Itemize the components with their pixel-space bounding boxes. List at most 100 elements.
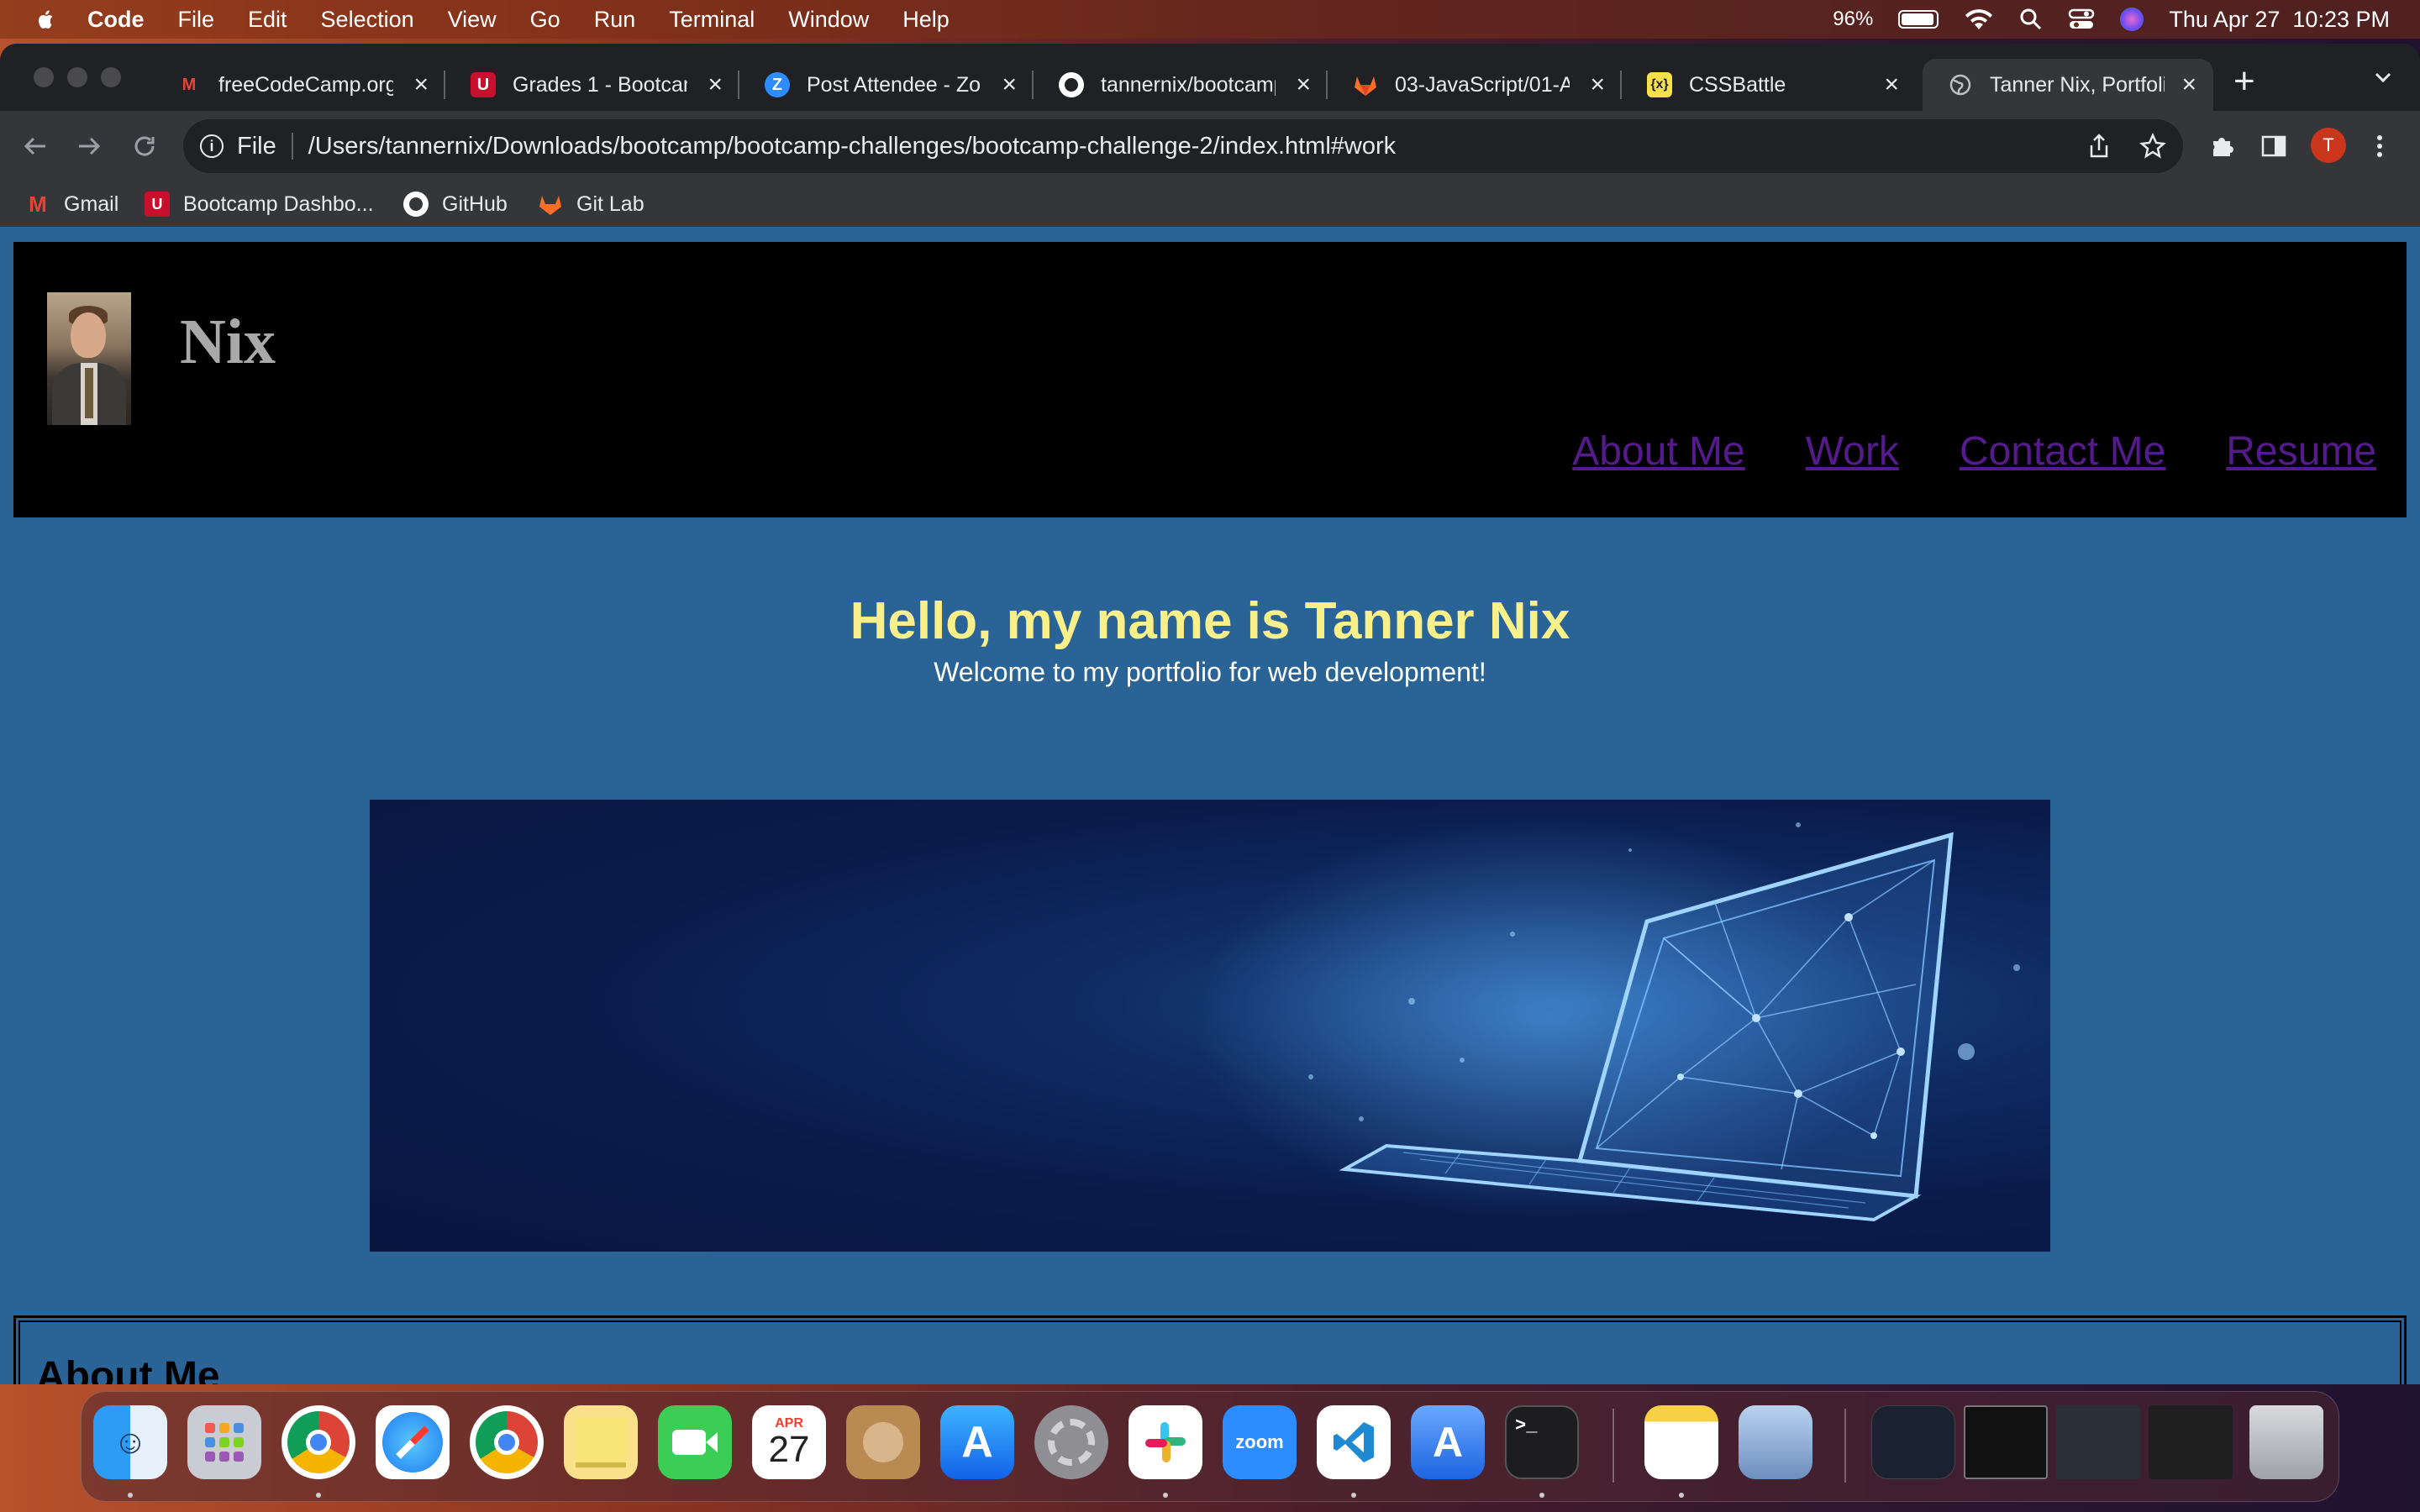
notes-icon[interactable] bbox=[1644, 1405, 1718, 1479]
bookmark-github[interactable]: GitHub bbox=[403, 192, 508, 217]
wifi-icon[interactable] bbox=[1964, 8, 1994, 31]
close-tab-icon[interactable]: × bbox=[1884, 71, 1899, 99]
close-tab-icon[interactable]: × bbox=[2181, 71, 2196, 99]
running-indicator bbox=[1539, 1493, 1544, 1498]
close-tab-icon[interactable]: × bbox=[1002, 71, 1017, 99]
bookmark-gitlab[interactable]: Git Lab bbox=[538, 192, 644, 217]
tab-strip: M freeCodeCamp.org × U Grades 1 - Bootca… bbox=[0, 44, 2420, 119]
bookmark-star-icon[interactable] bbox=[2139, 133, 2166, 160]
spotlight-search-icon[interactable] bbox=[2019, 8, 2043, 31]
menubar-clock[interactable]: Thu Apr 27 10:23 PM bbox=[2169, 7, 2390, 33]
gmail-icon: M bbox=[29, 191, 47, 217]
nav-link-resume[interactable]: Resume bbox=[2226, 428, 2376, 475]
apple-menu-icon[interactable] bbox=[34, 7, 59, 32]
siri-icon[interactable] bbox=[2120, 8, 2144, 31]
control-center-icon[interactable] bbox=[2068, 8, 2095, 31]
tab-title: Post Attendee - Zoom bbox=[807, 72, 981, 97]
chrome-menu-kebab-icon[interactable] bbox=[2375, 133, 2385, 160]
address-bar[interactable]: i File /Users/tannernix/Downloads/bootca… bbox=[183, 119, 2183, 173]
browser-tab-active[interactable]: Tanner Nix, Portfolio × bbox=[1923, 59, 2213, 111]
zoom-icon[interactable]: zoom bbox=[1223, 1405, 1297, 1479]
close-tab-icon[interactable]: × bbox=[708, 71, 723, 99]
new-tab-plus-icon[interactable]: + bbox=[2233, 60, 2255, 102]
running-indicator bbox=[1351, 1493, 1356, 1498]
back-arrow-icon[interactable] bbox=[22, 133, 49, 160]
system-settings-icon[interactable] bbox=[1034, 1405, 1108, 1479]
vscode-icon[interactable] bbox=[1317, 1405, 1391, 1479]
trash-icon[interactable] bbox=[2249, 1405, 2323, 1479]
browser-tab[interactable]: {x} CSSBattle × bbox=[1622, 59, 1916, 111]
menu-window[interactable]: Window bbox=[788, 7, 869, 33]
close-tab-icon[interactable]: × bbox=[413, 71, 429, 99]
shield-icon: U bbox=[471, 72, 496, 97]
browser-tab[interactable]: tannernix/bootcamp × bbox=[1034, 59, 1328, 111]
nav-link-work[interactable]: Work bbox=[1806, 428, 1899, 475]
github-icon bbox=[403, 192, 429, 217]
reload-icon[interactable] bbox=[131, 133, 158, 160]
profile-photo bbox=[47, 292, 131, 425]
nav-link-contact-me[interactable]: Contact Me bbox=[1960, 428, 2165, 475]
bookmark-gmail[interactable]: M Gmail bbox=[25, 192, 118, 217]
browser-tab[interactable]: U Grades 1 - Bootcamp × bbox=[445, 59, 739, 111]
minimized-window-thumbnail[interactable] bbox=[2056, 1405, 2140, 1479]
minimized-window-thumbnail[interactable] bbox=[1871, 1405, 1955, 1479]
preview-icon[interactable] bbox=[1739, 1405, 1812, 1479]
window-zoom-button[interactable] bbox=[101, 67, 121, 87]
side-panel-icon[interactable] bbox=[2260, 133, 2287, 160]
finder-icon[interactable]: ☺ bbox=[93, 1405, 167, 1479]
bookmark-label: GitHub bbox=[442, 192, 508, 216]
battery-icon[interactable] bbox=[1898, 10, 1939, 29]
chrome-dev-icon[interactable] bbox=[470, 1405, 544, 1479]
close-tab-icon[interactable]: × bbox=[1296, 71, 1311, 99]
menu-go[interactable]: Go bbox=[530, 7, 560, 33]
terminal-icon[interactable]: >_ bbox=[1505, 1405, 1579, 1479]
browser-tab[interactable]: M freeCodeCamp.org × bbox=[151, 59, 445, 111]
share-icon[interactable] bbox=[2087, 133, 2111, 160]
hero-title: Hello, my name is Tanner Nix bbox=[850, 592, 1570, 650]
launchpad-icon[interactable] bbox=[187, 1405, 261, 1479]
safari-icon[interactable] bbox=[376, 1405, 450, 1479]
page-viewport[interactable]: Nix About Me Work Contact Me Resume Hell… bbox=[0, 227, 2420, 1384]
hero-subtitle: Welcome to my portfolio for web developm… bbox=[934, 657, 1486, 687]
slack-icon[interactable] bbox=[1128, 1405, 1202, 1479]
profile-avatar[interactable]: T bbox=[2311, 128, 2346, 163]
running-indicator bbox=[128, 1493, 133, 1498]
zoom-icon: Z bbox=[765, 72, 790, 97]
window-minimize-button[interactable] bbox=[67, 67, 87, 87]
menu-file[interactable]: File bbox=[178, 7, 215, 33]
forward-arrow-icon[interactable] bbox=[76, 133, 103, 160]
menu-run[interactable]: Run bbox=[594, 7, 636, 33]
site-info-icon[interactable]: i bbox=[200, 134, 224, 158]
xcode-icon[interactable]: A bbox=[1411, 1405, 1485, 1479]
close-tab-icon[interactable]: × bbox=[1590, 71, 1605, 99]
calendar-icon[interactable]: APR 27 bbox=[752, 1405, 826, 1479]
menu-help[interactable]: Help bbox=[902, 7, 950, 33]
app-store-icon[interactable]: A bbox=[940, 1405, 1014, 1479]
tab-search-chevron-icon[interactable] bbox=[2373, 67, 2393, 87]
running-indicator bbox=[316, 1493, 321, 1498]
minimized-window-thumbnail[interactable] bbox=[2149, 1405, 2233, 1479]
menu-app-name[interactable]: Code bbox=[87, 7, 145, 33]
tab-title: Grades 1 - Bootcamp bbox=[513, 72, 687, 97]
nav-link-about-me[interactable]: About Me bbox=[1572, 428, 1744, 475]
chrome-icon[interactable] bbox=[281, 1405, 355, 1479]
tab-title: Tanner Nix, Portfolio bbox=[1990, 72, 2165, 97]
stickies-icon[interactable] bbox=[564, 1405, 638, 1479]
gitlab-icon bbox=[538, 192, 563, 217]
browser-tab[interactable]: 03-JavaScript/01-A × bbox=[1328, 59, 1622, 111]
facetime-icon[interactable] bbox=[658, 1405, 732, 1479]
menu-edit[interactable]: Edit bbox=[248, 7, 287, 33]
menu-selection[interactable]: Selection bbox=[321, 7, 414, 33]
window-close-button[interactable] bbox=[34, 67, 54, 87]
site-nav: About Me Work Contact Me Resume bbox=[1572, 428, 2376, 475]
address-url[interactable]: /Users/tannernix/Downloads/bootcamp/boot… bbox=[308, 133, 1396, 160]
extensions-puzzle-icon[interactable] bbox=[2208, 133, 2235, 160]
bookmark-bootcamp-dashboard[interactable]: U Bootcamp Dashbo... bbox=[145, 192, 374, 217]
minimized-window-thumbnail[interactable] bbox=[1964, 1405, 2048, 1479]
menu-terminal[interactable]: Terminal bbox=[669, 7, 755, 33]
browser-tab[interactable]: Z Post Attendee - Zoom × bbox=[739, 59, 1034, 111]
bookmark-label: Git Lab bbox=[576, 192, 644, 216]
macos-menubar: Code File Edit Selection View Go Run Ter… bbox=[0, 0, 2420, 39]
menu-view[interactable]: View bbox=[448, 7, 497, 33]
contacts-icon[interactable] bbox=[846, 1405, 920, 1479]
